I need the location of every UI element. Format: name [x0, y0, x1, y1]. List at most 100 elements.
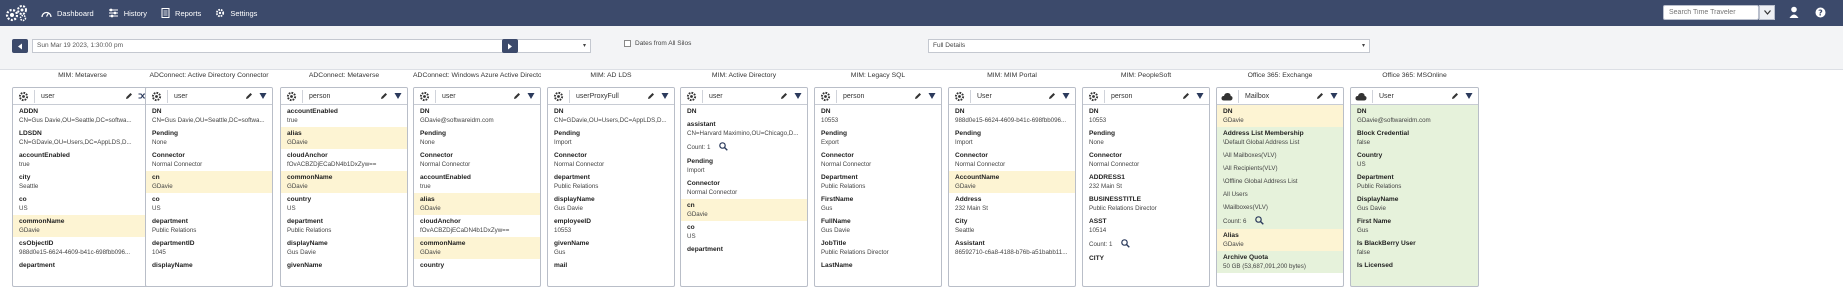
attribute-value: Public Relations Director	[1089, 205, 1157, 212]
attribute-value: Gus	[554, 249, 566, 256]
card-header: user	[146, 88, 272, 105]
attribute-value: Normal Connector	[152, 161, 203, 168]
attribute-row: cloudAnchor fOvACBZDjECaDN4b1DxZyw==	[414, 215, 540, 237]
attribute-value: None	[420, 139, 435, 146]
attribute-row: ASST 10514	[1083, 215, 1209, 237]
next-time-button[interactable]	[502, 39, 518, 53]
attribute-name: DN	[554, 108, 564, 115]
attribute-name: Connector	[1089, 152, 1122, 159]
attribute-row: Address 232 Main St	[949, 193, 1075, 215]
filter-icon[interactable]	[1463, 90, 1474, 102]
gear-icon	[552, 90, 564, 102]
attribute-row: city Seattle	[13, 171, 152, 193]
search-icon[interactable]	[715, 142, 729, 153]
attribute-name: Pending	[821, 130, 848, 137]
nav-reports[interactable]: Reports	[154, 0, 208, 26]
attribute-row: employeeID 10553	[548, 215, 674, 237]
attribute-row: Connector Normal Connector	[1083, 149, 1209, 171]
user-button[interactable]	[1789, 5, 1799, 23]
attribute-name: Country	[1357, 152, 1383, 159]
search-dropdown-button[interactable]	[1759, 5, 1775, 20]
edit-pencil-icon[interactable]	[123, 90, 134, 102]
attribute-value: Public Relations Director	[821, 249, 889, 256]
edit-pencil-icon[interactable]	[1449, 90, 1460, 102]
attribute-name: AccountName	[955, 174, 1000, 181]
history-icon	[108, 8, 118, 18]
gear-icon	[685, 90, 697, 102]
dates-from-all-silos-toggle[interactable]: Dates from All Silos	[624, 40, 691, 47]
card-header: person	[1083, 88, 1209, 105]
attribute-name: co	[687, 224, 695, 231]
object-card: user ADDN CN=Gus Davie,OU=Seattle,DC=softw…	[12, 87, 153, 287]
filter-icon[interactable]	[1060, 90, 1071, 102]
edit-pencil-icon[interactable]	[778, 90, 789, 102]
attribute-value: 988d0e15-6624-4609-b41c-698fbb096...	[19, 249, 131, 256]
edit-pencil-icon[interactable]	[1314, 90, 1325, 102]
value-count-row: Count: 6	[1217, 214, 1343, 229]
filter-icon[interactable]	[659, 90, 670, 102]
attribute-value: GDavie@softwareidm.com	[420, 117, 494, 124]
attribute-value: CN=Gus Davie,OU=Seattle,DC=softwa...	[152, 117, 265, 124]
search-icon[interactable]	[1251, 216, 1265, 227]
attribute-value: Import	[955, 139, 973, 146]
attribute-name: Connector	[687, 180, 720, 187]
object-type-label: person	[1104, 89, 1177, 103]
nav-dashboard[interactable]: Dashboard	[34, 0, 101, 26]
gear-icon	[418, 90, 430, 102]
attribute-name: Address	[955, 196, 982, 203]
edit-pencil-icon[interactable]	[378, 90, 389, 102]
edit-pencil-icon[interactable]	[1180, 90, 1191, 102]
app-logo-icon[interactable]	[0, 0, 34, 26]
filter-icon[interactable]	[792, 90, 803, 102]
filter-icon[interactable]	[257, 90, 268, 102]
dashboard-icon	[41, 11, 52, 17]
attribute-value: 10553	[1089, 117, 1107, 124]
attribute-row: department Public Relations	[281, 215, 407, 237]
search-icon[interactable]	[1117, 239, 1131, 250]
attribute-row: Pending Import	[681, 155, 807, 177]
edit-pencil-icon[interactable]	[645, 90, 656, 102]
attribute-row: Department Public Relations	[815, 171, 941, 193]
previous-time-button[interactable]	[12, 39, 28, 53]
attribute-row: Connector Normal Connector	[146, 149, 272, 171]
attribute-row: alias GDavie	[281, 127, 407, 149]
filter-icon[interactable]	[525, 90, 536, 102]
details-level-select[interactable]: Full Details ▾	[928, 39, 1370, 53]
attribute-row: Block Credential false	[1351, 127, 1478, 149]
attribute-value: Import	[554, 139, 572, 146]
edit-pencil-icon[interactable]	[243, 90, 254, 102]
attribute-name: ADDN	[19, 108, 39, 115]
card-header: person	[281, 88, 407, 105]
attribute-value: Public Relations	[287, 227, 332, 234]
filter-icon[interactable]	[926, 90, 937, 102]
attribute-row: DN GDavie	[1217, 105, 1343, 127]
attribute-name: DN	[955, 108, 965, 115]
dates-from-all-silos-checkbox[interactable]	[624, 40, 631, 47]
card-header: user	[13, 88, 152, 105]
filter-icon[interactable]	[1328, 90, 1339, 102]
object-type-label: person	[836, 89, 909, 103]
attribute-row: ADDN CN=Gus Davie,OU=Seattle,DC=softwa...	[13, 105, 152, 127]
attribute-name: DisplayName	[1357, 196, 1399, 203]
edit-pencil-icon[interactable]	[511, 90, 522, 102]
attribute-name: displayName	[287, 240, 328, 247]
edit-pencil-icon[interactable]	[1046, 90, 1057, 102]
nav-settings[interactable]: Settings	[208, 0, 264, 26]
attribute-name: commonName	[420, 240, 466, 247]
search-input[interactable]	[1663, 5, 1759, 20]
attribute-row: cn GDavie	[681, 199, 807, 221]
attribute-name: co	[152, 196, 160, 203]
filter-icon[interactable]	[1194, 90, 1205, 102]
attribute-row: Pending None	[1083, 127, 1209, 149]
column-title: MIM: AD LDS	[590, 72, 632, 79]
nav-history[interactable]: History	[101, 0, 154, 26]
column-title: MIM: MIM Portal	[987, 72, 1037, 79]
attribute-value: GDavie	[420, 249, 441, 256]
edit-pencil-icon[interactable]	[912, 90, 923, 102]
help-button[interactable]: ?	[1815, 5, 1826, 23]
dates-from-all-silos-label: Dates from All Silos	[635, 40, 692, 47]
value-count: Count: 1	[1089, 241, 1113, 248]
attribute-value: CN=GDavie,OU=Users,DC=AppLDS,D...	[19, 139, 132, 146]
nav-reports-label: Reports	[175, 8, 202, 18]
filter-icon[interactable]	[392, 90, 403, 102]
